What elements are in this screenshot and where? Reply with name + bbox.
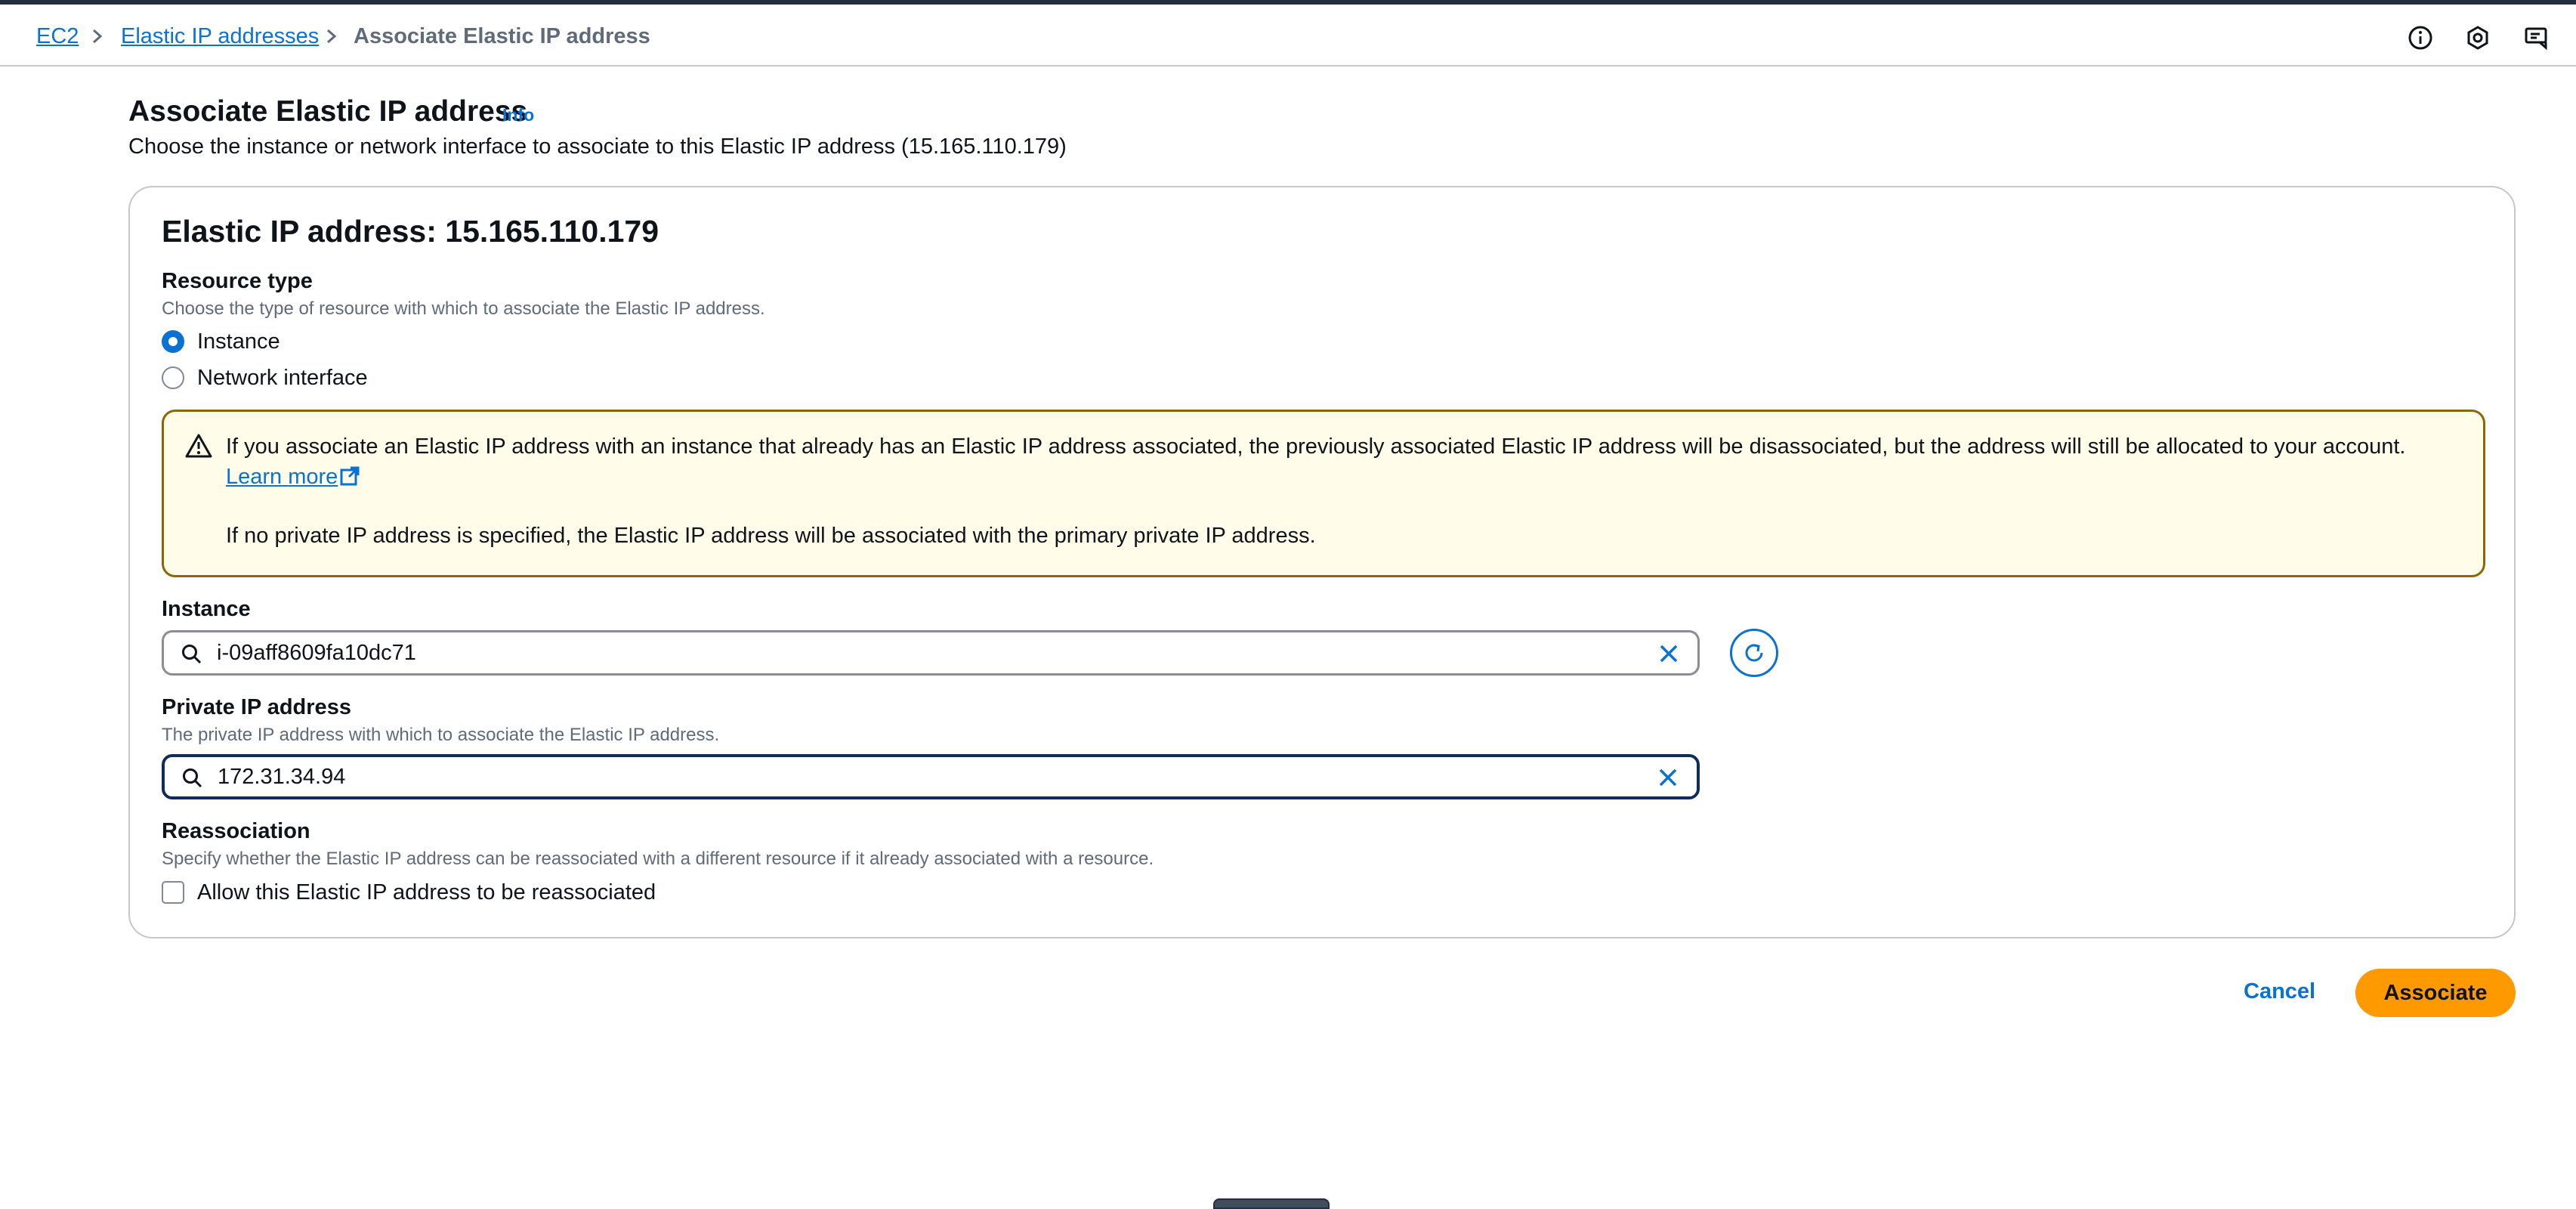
- alert-text-1: If you associate an Elastic IP address w…: [226, 434, 2406, 459]
- page-title: Associate Elastic IP address: [128, 95, 528, 128]
- resource-type-label: Resource type: [162, 269, 313, 293]
- learn-more-link-text-2[interactable]: more: [288, 465, 338, 489]
- reassociation-checkbox-label[interactable]: Allow this Elastic IP address to be reas…: [197, 879, 656, 906]
- search-icon: [183, 768, 202, 788]
- cancel-button[interactable]: Cancel: [2244, 978, 2315, 1005]
- reassociation-label: Reassociation: [162, 819, 310, 843]
- associate-button[interactable]: Associate: [2355, 969, 2516, 1017]
- refresh-button[interactable]: [1730, 629, 1778, 677]
- instance-radio[interactable]: [162, 330, 184, 353]
- private-ip-label: Private IP address: [162, 695, 351, 719]
- breadcrumb-elastic-ip-link[interactable]: Elastic IP addresses: [121, 23, 319, 50]
- network-interface-radio[interactable]: [162, 366, 184, 389]
- warning-icon: [185, 434, 212, 458]
- breadcrumb-current: Associate Elastic IP address: [354, 24, 650, 48]
- panel-title: Elastic IP address: 15.165.110.179: [162, 214, 659, 249]
- instance-radio-label[interactable]: Instance: [197, 328, 280, 355]
- private-ip-description: The private IP address with which to ass…: [162, 725, 720, 745]
- reassociation-description: Specify whether the Elastic IP address c…: [162, 849, 1154, 869]
- info-circle-icon[interactable]: [2407, 24, 2434, 51]
- instance-label: Instance: [162, 597, 251, 621]
- resource-type-description: Choose the type of resource with which t…: [162, 298, 765, 319]
- elastic-ip-panel: Elastic IP address: 15.165.110.179 Resou…: [128, 186, 2516, 938]
- refresh-icon: [1745, 644, 1763, 662]
- reassociation-checkbox[interactable]: [162, 881, 184, 904]
- notifications-icon[interactable]: [2464, 24, 2491, 51]
- warning-alert: If you associate an Elastic IP address w…: [162, 410, 2485, 577]
- feedback-icon[interactable]: [2523, 24, 2550, 51]
- learn-more-link-text-1[interactable]: Learn: [226, 465, 282, 489]
- chevron-right-icon: [327, 29, 337, 44]
- private-ip-search-input[interactable]: [162, 754, 1700, 799]
- breadcrumb: EC2 Elastic IP addresses Associate Elast…: [0, 5, 2576, 66]
- instance-search-input[interactable]: [162, 630, 1700, 676]
- private-ip-input[interactable]: [218, 757, 1623, 796]
- page-description: Choose the instance or network interface…: [128, 135, 1067, 159]
- alert-paragraph-2: If no private IP address is specified, t…: [226, 524, 1316, 548]
- search-icon: [182, 645, 202, 664]
- alert-paragraph-1: If you associate an Elastic IP address w…: [226, 431, 2462, 492]
- network-interface-radio-label[interactable]: Network interface: [197, 364, 368, 391]
- instance-input[interactable]: [217, 632, 1622, 673]
- close-icon[interactable]: [1656, 765, 1680, 790]
- info-link[interactable]: Info: [502, 105, 534, 125]
- breadcrumb-ec2-link[interactable]: EC2: [36, 23, 79, 50]
- close-icon[interactable]: [1657, 642, 1681, 666]
- learn-more-link[interactable]: Learn more: [226, 465, 360, 489]
- external-link-icon: [340, 466, 360, 486]
- chevron-right-icon: [93, 29, 103, 44]
